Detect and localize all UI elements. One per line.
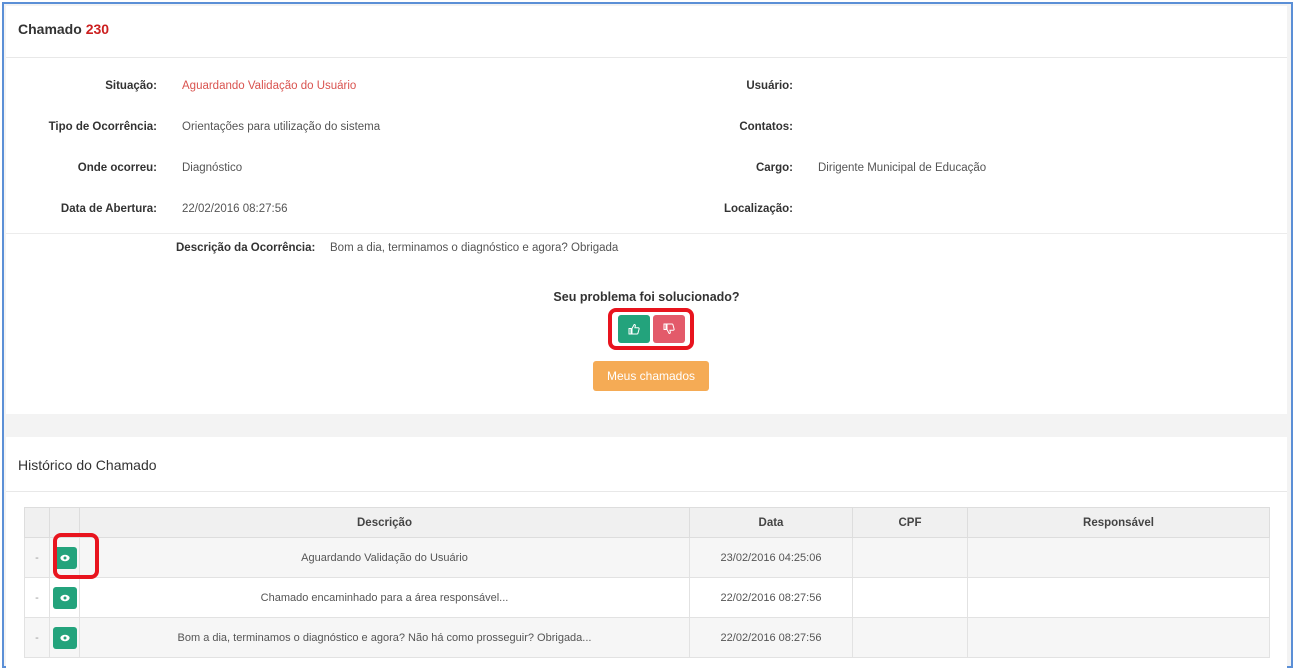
row-descricao: Bom a dia, terminamos o diagnóstico e ag… (79, 617, 690, 658)
col-descricao-header: Descrição (79, 507, 690, 538)
onde-label: Onde ocorreu: (77, 162, 157, 174)
situacao-label: Situação: (105, 80, 157, 92)
eye-icon (59, 594, 70, 601)
solved-yes-button[interactable] (618, 315, 650, 343)
divider (6, 233, 1287, 234)
row-data: 22/02/2016 08:27:56 (689, 617, 853, 658)
row-data: 23/02/2016 04:25:06 (689, 537, 853, 578)
table-row: - Aguardando Validação do Usuário 23/02/… (24, 537, 1270, 578)
row-cpf (852, 617, 968, 658)
page-title: Chamado 230 (18, 21, 109, 37)
row-dash: - (24, 617, 50, 658)
row-descricao: Aguardando Validação do Usuário (79, 537, 690, 578)
feedback-question: Seu problema foi solucionado? (553, 290, 740, 304)
history-header: Histórico do Chamado (6, 437, 1287, 492)
ticket-number: 230 (85, 21, 110, 37)
localizacao-label: Localização: (723, 203, 793, 215)
col-dash-header (24, 507, 50, 538)
onde-value: Diagnóstico (182, 162, 243, 174)
contatos-label: Contatos: (739, 121, 793, 133)
history-panel: Histórico do Chamado Descrição Data CPF … (6, 437, 1287, 668)
data-abertura-label: Data de Abertura: (60, 203, 157, 215)
table-header-row: Descrição Data CPF Responsável (24, 507, 1270, 538)
view-button[interactable] (52, 626, 77, 649)
table-row: - Bom a dia, terminamos o diagnóstico e … (24, 617, 1270, 658)
ticket-header: Chamado 230 (6, 6, 1287, 58)
eye-icon (59, 634, 70, 641)
descricao-value: Bom a dia, terminamos o diagnóstico e ag… (330, 242, 619, 254)
history-table: Descrição Data CPF Responsável - Aguarda… (24, 507, 1270, 658)
row-view-cell (49, 577, 80, 618)
usuario-label: Usuário: (746, 80, 793, 92)
thumbs-down-icon (663, 323, 675, 335)
row-dash: - (24, 537, 50, 578)
thumbs-up-icon (628, 323, 640, 335)
table-row: - Chamado encaminhado para a área respon… (24, 577, 1270, 618)
tipo-label: Tipo de Ocorrência: (48, 121, 157, 133)
situacao-value: Aguardando Validação do Usuário (182, 80, 357, 92)
cargo-value: Dirigente Municipal de Educação (818, 162, 987, 174)
highlight-box-view (53, 533, 99, 579)
row-responsavel (967, 537, 1270, 578)
descricao-label: Descrição da Ocorrência: (176, 242, 316, 254)
ticket-panel: Chamado 230 Situação: Aguardando Validaç… (6, 6, 1287, 414)
col-data-header: Data (689, 507, 853, 538)
view-button[interactable] (52, 586, 77, 609)
row-cpf (852, 537, 968, 578)
cargo-label: Cargo: (755, 162, 793, 174)
title-prefix: Chamado (18, 21, 82, 37)
row-cpf (852, 577, 968, 618)
solved-no-button[interactable] (653, 315, 685, 343)
row-dash: - (24, 577, 50, 618)
row-view-cell (49, 617, 80, 658)
row-data: 22/02/2016 08:27:56 (689, 577, 853, 618)
row-responsavel (967, 577, 1270, 618)
row-descricao: Chamado encaminhado para a área responsá… (79, 577, 690, 618)
data-abertura-value: 22/02/2016 08:27:56 (182, 203, 288, 215)
tipo-value: Orientações para utilização do sistema (182, 121, 381, 133)
row-responsavel (967, 617, 1270, 658)
col-cpf-header: CPF (852, 507, 968, 538)
col-responsavel-header: Responsável (967, 507, 1270, 538)
history-title: Histórico do Chamado (18, 457, 157, 473)
meus-chamados-button[interactable]: Meus chamados (593, 361, 709, 391)
